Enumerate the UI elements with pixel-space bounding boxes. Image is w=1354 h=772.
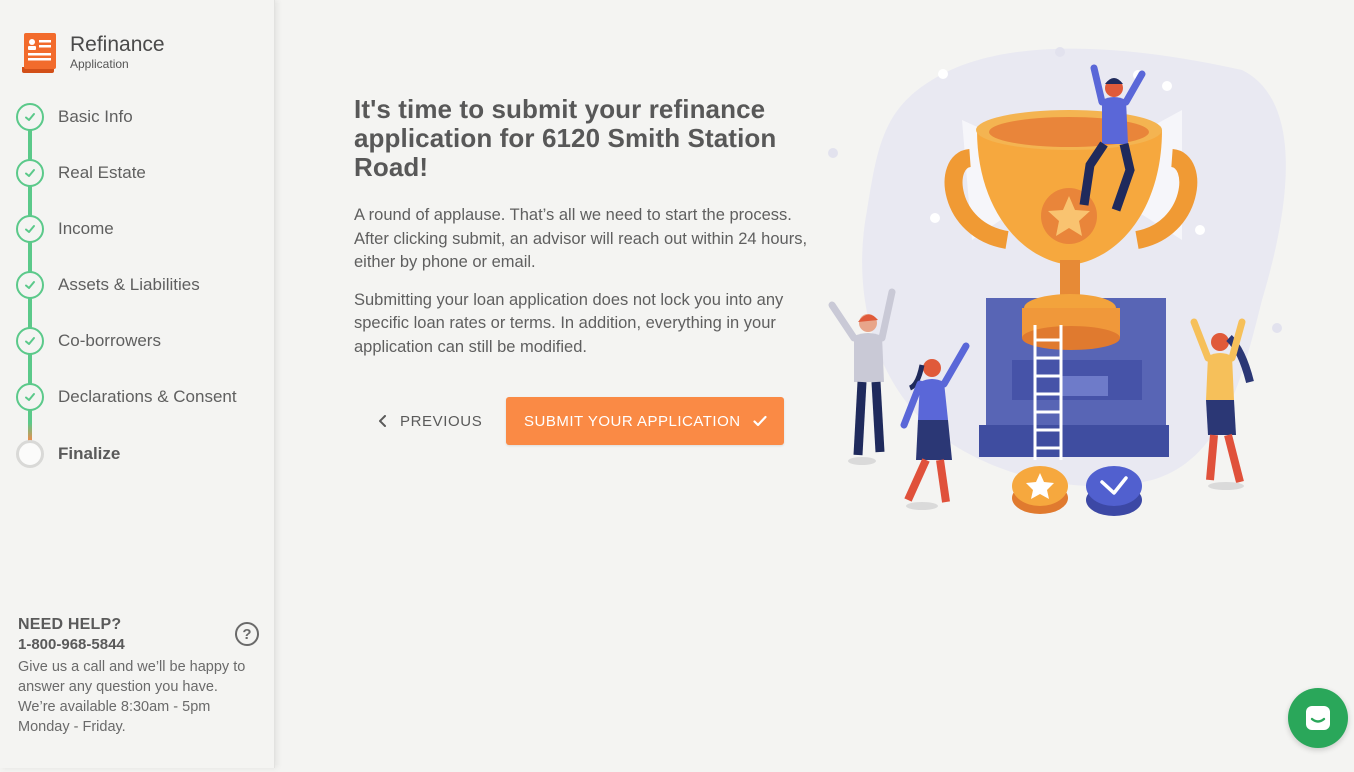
document-icon (22, 33, 56, 73)
previous-label: PREVIOUS (400, 412, 483, 430)
help-section: NEED HELP? 1-800-968-5844 Give us a call… (18, 616, 263, 737)
submit-application-button[interactable]: SUBMIT YOUR APPLICATION (506, 397, 785, 445)
step-basic-info[interactable]: Basic Info (16, 103, 133, 131)
step-declarations-consent[interactable]: Declarations & Consent (16, 383, 237, 411)
help-phone[interactable]: 1-800-968-5844 (18, 636, 263, 653)
step-label: Finalize (58, 444, 121, 463)
brand-title: Refinance (70, 33, 165, 56)
disclaimer-paragraph: Submitting your loan application does no… (354, 290, 784, 356)
trophy-celebration-illustration (828, 47, 1286, 516)
submit-label: SUBMIT YOUR APPLICATION (524, 412, 741, 430)
step-label: Co-borrowers (58, 331, 161, 350)
step-co-borrowers[interactable]: Co-borrowers (16, 327, 161, 355)
check-icon (753, 415, 767, 427)
check-icon (16, 103, 44, 131)
step-label: Assets & Liabilities (58, 275, 200, 294)
page-title: It's time to submit your refinance appli… (354, 94, 777, 182)
check-icon (16, 327, 44, 355)
form-actions: PREVIOUS SUBMIT YOUR APPLICATION (354, 397, 785, 445)
chevron-left-icon (379, 415, 386, 427)
check-icon (16, 271, 44, 299)
previous-button[interactable]: PREVIOUS (354, 397, 506, 445)
check-icon (16, 383, 44, 411)
help-text: Give us a call and we’ll be happy to ans… (18, 659, 246, 735)
main-content: It's time to submit your refinance appli… (354, 95, 824, 359)
check-icon (16, 159, 44, 187)
step-finalize[interactable]: Finalize (16, 440, 120, 468)
progress-line-current (28, 423, 32, 441)
step-real-estate[interactable]: Real Estate (16, 159, 146, 187)
check-icon (16, 215, 44, 243)
brand: Refinance Application (20, 30, 165, 74)
current-step-icon (16, 440, 44, 468)
sidebar: Refinance Application Basic Info Real Es… (0, 0, 275, 768)
step-assets-liabilities[interactable]: Assets & Liabilities (16, 271, 200, 299)
chat-icon (1306, 706, 1330, 730)
step-label: Income (58, 219, 114, 238)
step-label: Real Estate (58, 163, 146, 182)
help-title: NEED HELP? (18, 616, 122, 633)
brand-subtitle: Application (70, 57, 129, 71)
step-income[interactable]: Income (16, 215, 114, 243)
intro-paragraph: A round of applause. That’s all we need … (354, 206, 808, 271)
chat-launcher-button[interactable] (1288, 688, 1348, 748)
step-label: Declarations & Consent (58, 387, 237, 406)
question-icon[interactable]: ? (235, 622, 259, 646)
step-label: Basic Info (58, 107, 133, 126)
